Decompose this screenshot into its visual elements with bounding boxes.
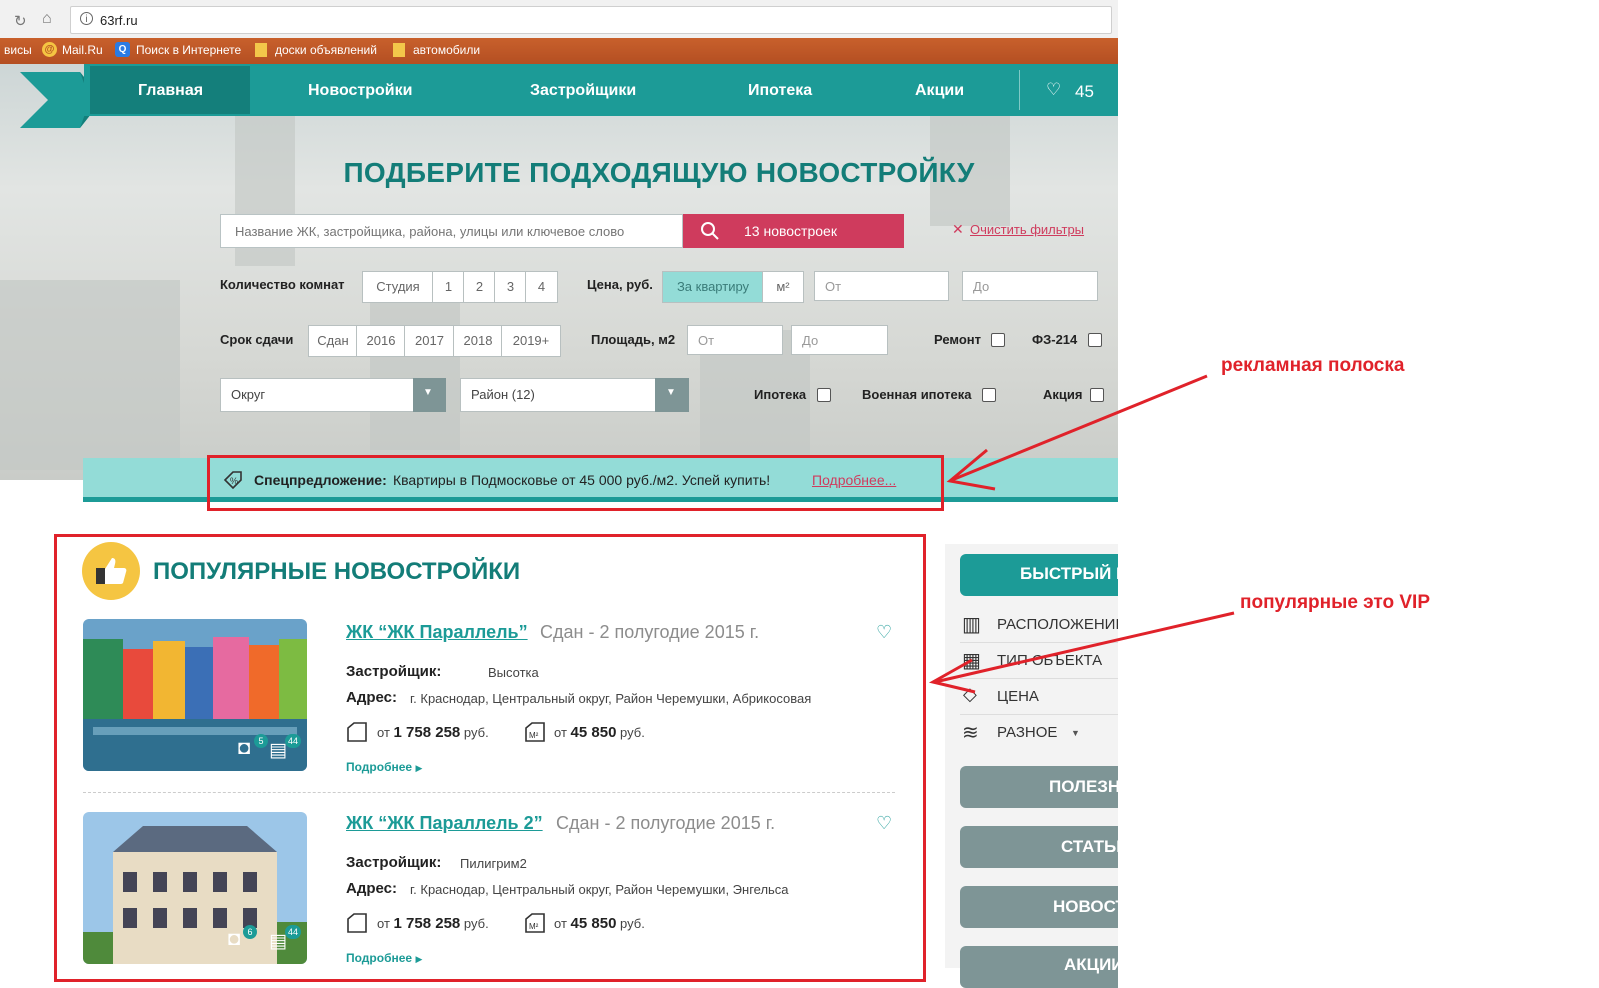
price-from-input[interactable]: От: [814, 271, 949, 301]
deadline-2018[interactable]: 2018: [453, 325, 503, 357]
nav-divider: [1019, 70, 1020, 110]
url-text: 63rf.ru: [100, 13, 138, 28]
hero-building: [370, 300, 460, 450]
okrug-select-value: Округ: [231, 387, 266, 402]
news-button-label: НОВОСТ: [1053, 897, 1118, 916]
chevron-down-icon: ▼: [423, 387, 433, 398]
rooms-3[interactable]: 3: [494, 271, 527, 303]
deadline-2019plus[interactable]: 2019+: [501, 325, 561, 357]
area-label: Площадь, м2: [591, 332, 676, 347]
chevron-down-icon: ▼: [666, 387, 676, 398]
search-button-label: 13 новостроек: [744, 223, 837, 239]
sidebar-divider: [960, 714, 1118, 715]
annotation-box-popular: [54, 534, 926, 982]
ipoteka-label: Ипотека: [754, 387, 807, 402]
articles-button-label: СТАТЬИ: [1061, 837, 1118, 856]
sidebar-divider: [960, 678, 1118, 679]
area-from-input[interactable]: От: [687, 325, 783, 355]
bookmark-mailru[interactable]: Mail.Ru: [62, 43, 103, 57]
price-per-m2-toggle[interactable]: м²: [762, 271, 804, 303]
area-to-input[interactable]: До: [791, 325, 888, 355]
grid-icon: ▦: [962, 650, 981, 672]
clear-filters-link[interactable]: Очистить фильтры: [970, 222, 1084, 237]
rayon-select-value: Район (12): [471, 387, 535, 402]
address-bar[interactable]: [70, 6, 1112, 34]
hero-building: [0, 280, 180, 470]
military-mortgage-label: Военная ипотека: [862, 387, 972, 402]
nav-developers[interactable]: Застройщики: [530, 82, 636, 100]
annotation-popular-label: популярные это VIP: [1240, 592, 1430, 613]
rooms-2[interactable]: 2: [463, 271, 496, 303]
price-tag-icon: ◇: [963, 684, 977, 704]
heart-icon[interactable]: ♡: [1046, 80, 1061, 100]
nav-promotions[interactable]: Акции: [915, 82, 964, 100]
fz214-checkbox[interactable]: [1088, 333, 1102, 347]
search-engine-icon: Q: [115, 42, 130, 57]
promotions-button-label: АКЦИИ: [1064, 955, 1118, 974]
bookmark-boards[interactable]: доски объявлений: [275, 43, 377, 57]
clear-icon[interactable]: ✕: [952, 221, 964, 238]
fz214-label: ФЗ-214: [1032, 332, 1078, 347]
sidebar-item-price[interactable]: ЦЕНА: [997, 688, 1039, 705]
sidebar-item-misc[interactable]: РАЗНОЕ: [997, 724, 1057, 741]
page-title: ПОДБЕРИТЕ ПОДХОДЯЩУЮ НОВОСТРОЙКУ: [343, 157, 975, 188]
price-per-flat-toggle[interactable]: За квартиру: [662, 271, 764, 303]
useful-button-label: ПОЛЕЗНО: [1049, 777, 1118, 796]
promotion-checkbox[interactable]: [1090, 388, 1104, 402]
layers-icon: ≋: [962, 722, 979, 744]
ipoteka-checkbox[interactable]: [817, 388, 831, 402]
deadline-done[interactable]: Сдан: [308, 325, 358, 357]
bookmark-cars[interactable]: автомобили: [413, 43, 480, 57]
promotion-label: Акция: [1043, 387, 1083, 402]
map-icon: ▥: [962, 614, 981, 636]
rooms-label: Количество комнат: [220, 277, 345, 292]
rooms-4[interactable]: 4: [525, 271, 558, 303]
quick-search-label: БЫСТРЫЙ ПО: [1020, 564, 1118, 583]
repair-checkbox[interactable]: [991, 333, 1005, 347]
annotation-ad-strip-label: рекламная полоска: [1221, 355, 1405, 376]
bookmark-search[interactable]: Поиск в Интернете: [136, 43, 241, 57]
deadline-label: Срок сдачи: [220, 332, 294, 347]
annotation-box-ad-strip: [207, 455, 944, 511]
deadline-2017[interactable]: 2017: [404, 325, 455, 357]
search-input[interactable]: [220, 214, 683, 248]
folder-icon: [393, 43, 405, 57]
caret-down-icon[interactable]: ▼: [1071, 728, 1080, 738]
reload-icon[interactable]: ↻: [14, 12, 27, 30]
price-to-input[interactable]: До: [962, 271, 1098, 301]
rooms-studio[interactable]: Студия: [362, 271, 434, 303]
mailru-icon: @: [42, 42, 57, 57]
repair-label: Ремонт: [934, 332, 982, 347]
sidebar-divider: [960, 642, 1118, 643]
folder-icon: [255, 43, 267, 57]
info-icon[interactable]: i: [80, 12, 93, 25]
nav-new-buildings[interactable]: Новостройки: [308, 82, 412, 100]
sidebar-item-object-type[interactable]: ТИП ОБЪЕКТА: [997, 652, 1102, 669]
price-label: Цена, руб.: [587, 277, 653, 292]
nav-mortgage[interactable]: Ипотека: [748, 82, 812, 100]
rooms-1[interactable]: 1: [432, 271, 465, 303]
sidebar-item-location[interactable]: РАСПОЛОЖЕНИЕ: [997, 616, 1118, 633]
home-icon[interactable]: ⌂: [42, 10, 52, 28]
favorites-count[interactable]: 45: [1075, 82, 1094, 102]
deadline-2016[interactable]: 2016: [356, 325, 406, 357]
bookmark-services[interactable]: висы: [4, 43, 32, 57]
nav-home[interactable]: Главная: [138, 82, 203, 100]
search-icon: [701, 222, 719, 240]
military-mortgage-checkbox[interactable]: [982, 388, 996, 402]
